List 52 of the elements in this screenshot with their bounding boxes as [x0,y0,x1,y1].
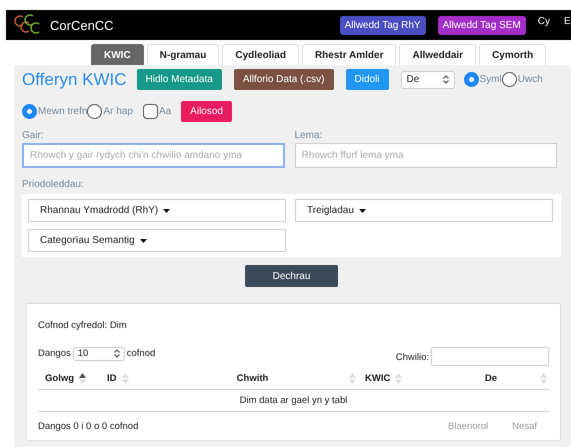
sort-select[interactable]: De [400,70,455,88]
section-label: Priodoleddau: [22,179,85,190]
language-link[interactable]: E [564,16,571,27]
caret-icon [163,208,170,212]
checkbox-label: Aa [158,106,172,117]
show-label: cofnod [126,348,156,359]
attribute-dropdown[interactable]: Treigladau [295,199,553,222]
column-header[interactable]: De [484,373,498,384]
nav-tab[interactable]: Cymorth [479,44,546,65]
language-link[interactable]: Cy [538,16,550,27]
nav-tab[interactable]: Rhestr Amlder [302,44,396,65]
radio-label: Syml [480,74,502,85]
field-label: Gair: [22,130,45,141]
radio-button[interactable] [502,72,517,87]
start-button[interactable]: Dechrau [245,265,338,287]
column-header[interactable]: ID [107,373,116,384]
column-header[interactable]: Chwith [236,373,268,384]
radio-button[interactable] [87,104,102,119]
brand-name[interactable]: CorCenCC [50,18,114,32]
record-status: Cofnod cyfredol: Dim [38,320,128,331]
caret-icon [140,238,147,242]
page-size-select[interactable]: 10 [72,346,125,360]
reset-button[interactable]: Ailosod [181,101,232,122]
input-field[interactable]: Rhowch y gair rydych chi'n chwilio amdano yma [22,143,284,168]
action-button[interactable]: Hidlo Metadata [136,69,222,90]
radio-button[interactable] [464,72,479,87]
page-title: Offeryn KWIC [22,70,127,90]
column-header[interactable]: KWIC [365,373,390,384]
column-header[interactable]: Golwg [45,373,74,384]
nav-tab[interactable]: KWIC [91,44,144,65]
input-field[interactable]: Rhowch ffurf lema yma [294,143,557,168]
search-field[interactable] [431,347,549,366]
table-info: Dangos 0 i 0 o 0 cofnod [38,421,138,432]
nav-tab[interactable]: N-gramau [146,44,220,65]
radio-label: Ar hap [103,106,133,117]
caret-icon [358,208,366,212]
attribute-dropdown[interactable]: Categorïau Semantig [28,229,286,252]
field-label: Lema: [294,130,324,141]
search-label: Chwilio: [396,352,429,363]
radio-label: Uwch [518,74,543,85]
empty-message: Dim data ar gael yn y tabl [38,390,549,412]
updown-icon [442,75,449,84]
radio-button[interactable] [22,104,37,119]
show-label: Dangos [38,348,71,359]
checkbox[interactable] [142,104,158,119]
updown-icon [114,349,120,358]
radio-label: Mewn trefn [38,106,88,117]
attribute-dropdown[interactable]: Rhannau Ymadrodd (RhY) [28,199,286,222]
nav-tab[interactable]: Allweddair [399,44,476,65]
nav-tab[interactable]: Cydleoliad [222,44,299,65]
logo-icon [14,14,40,36]
action-button[interactable]: Allforio Data (.csv) [234,69,334,90]
